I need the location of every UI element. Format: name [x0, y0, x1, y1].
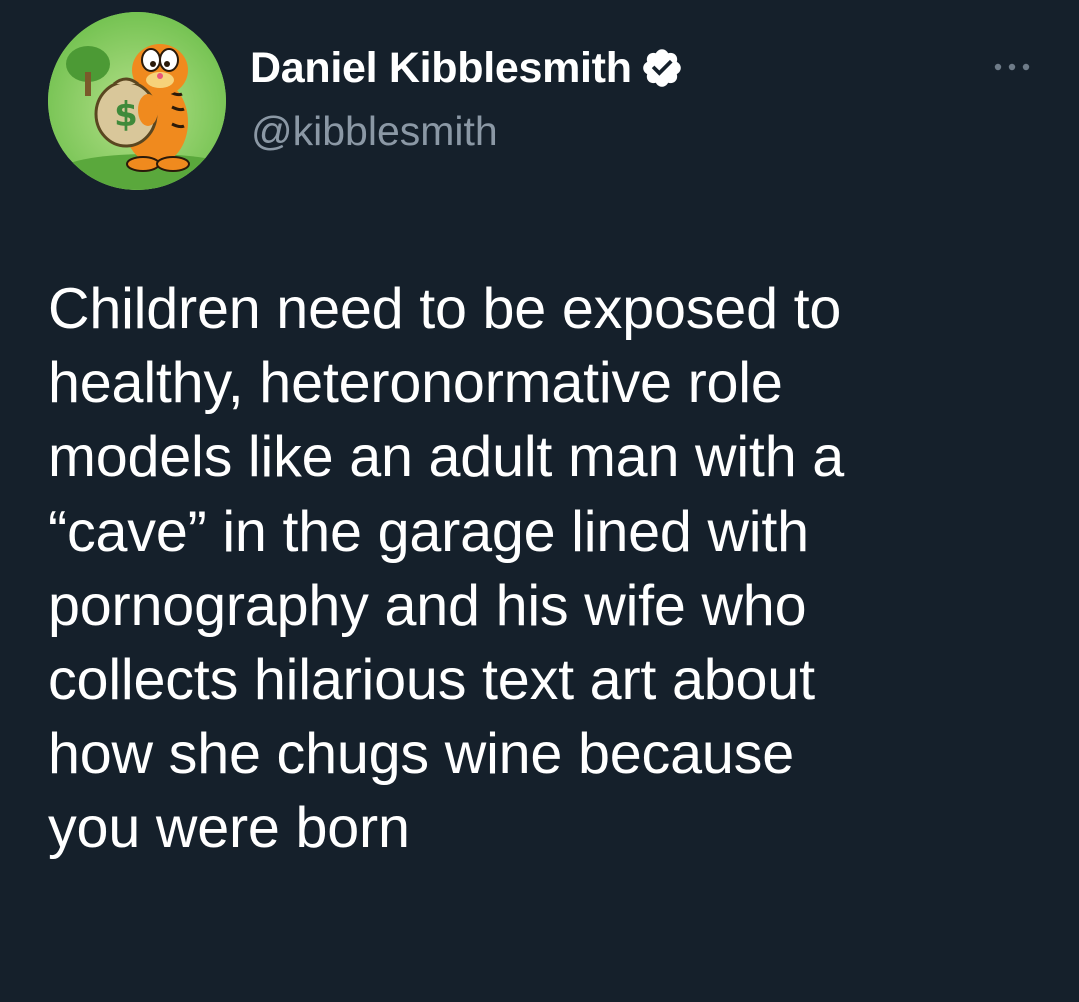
cartoon-cat-avatar-icon: $	[48, 12, 226, 190]
more-options-icon[interactable]	[988, 52, 1036, 82]
author-display-name[interactable]: Daniel Kibblesmith	[250, 44, 632, 93]
verified-badge-icon	[642, 49, 681, 87]
svg-text:$: $	[114, 95, 138, 135]
author-name-row: Daniel Kibblesmith	[250, 40, 684, 96]
tweet-text: Children need to be exposed to healthy, …	[48, 277, 845, 861]
tweet: $ Daniel Kibblesmith @kibblesmith Childr…	[0, 0, 1079, 1002]
author-handle[interactable]: @kibblesmith	[251, 108, 498, 155]
author-avatar[interactable]: $	[48, 12, 226, 190]
